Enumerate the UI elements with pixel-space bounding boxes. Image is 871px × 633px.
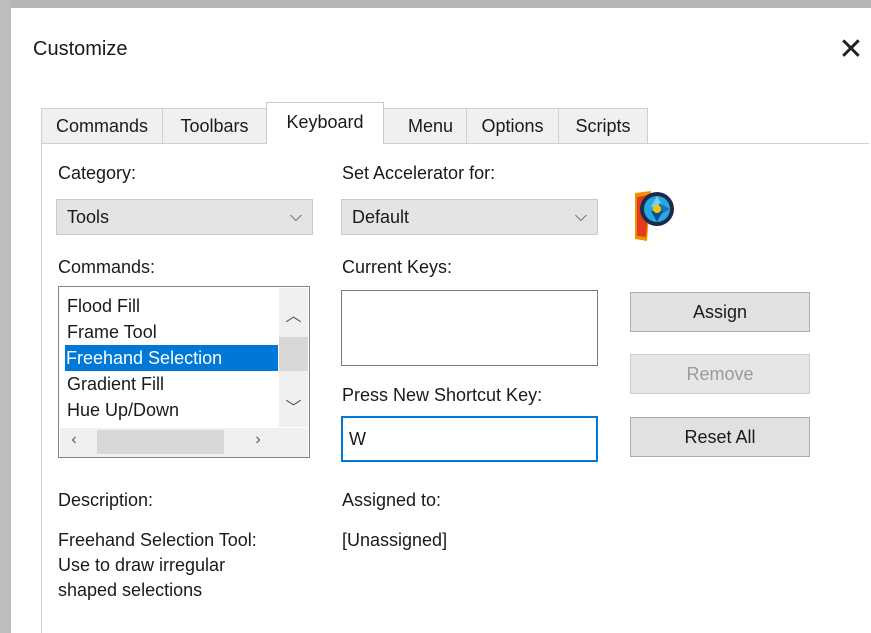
dialog-title: Customize [33, 38, 128, 60]
description-line-1: Freehand Selection Tool: [58, 530, 257, 550]
accelerator-value: Default [352, 207, 410, 227]
horizontal-scrollbar[interactable]: ‹ › [60, 428, 308, 457]
scrollbar-corner [279, 428, 308, 457]
tab-menu[interactable]: Menu [383, 108, 478, 143]
reset-all-button[interactable]: Reset All [630, 417, 810, 457]
list-item[interactable]: Gradient Fill [66, 371, 166, 397]
new-shortcut-value: W [349, 429, 366, 449]
assigned-to-value: [Unassigned] [342, 530, 448, 550]
list-item-selected[interactable]: Freehand Selection [65, 345, 278, 371]
chevron-up-icon[interactable]: ︿ [279, 302, 308, 326]
close-icon[interactable]: ✕ [829, 28, 871, 72]
category-dropdown[interactable]: Tools ⌵ [56, 199, 313, 235]
chevron-down-icon[interactable]: ﹀ [279, 394, 308, 418]
vertical-scrollbar[interactable]: ︿ ﹀ [279, 288, 308, 427]
accelerator-dropdown[interactable]: Default ⌵ [341, 199, 598, 235]
list-item[interactable]: Hue Up/Down [66, 397, 181, 423]
tab-scripts[interactable]: Scripts [558, 108, 648, 143]
tab-keyboard[interactable]: Keyboard [266, 102, 384, 144]
tab-commands[interactable]: Commands [41, 108, 163, 143]
description-line-2: Use to draw irregular [58, 555, 226, 575]
background-window-edge [0, 0, 871, 8]
commands-label: Commands: [58, 257, 156, 277]
horizontal-scroll-thumb[interactable] [97, 430, 224, 454]
list-item[interactable]: Flood Fill [66, 293, 142, 319]
description-label: Description: [58, 490, 154, 510]
assigned-to-label: Assigned to: [342, 490, 442, 510]
chevron-right-icon[interactable]: › [246, 431, 270, 449]
accelerator-label: Set Accelerator for: [342, 163, 496, 183]
new-shortcut-input[interactable]: W [341, 416, 598, 462]
description-line-3: shaped selections [58, 580, 203, 600]
tab-toolbars[interactable]: Toolbars [162, 108, 267, 143]
category-label: Category: [58, 163, 137, 183]
new-shortcut-label: Press New Shortcut Key: [342, 385, 543, 405]
category-value: Tools [67, 207, 110, 227]
tab-options[interactable]: Options [466, 108, 559, 143]
chevron-down-icon: ⌵ [574, 208, 587, 225]
chevron-down-icon: ⌵ [289, 208, 302, 225]
vertical-scroll-thumb[interactable] [279, 337, 308, 371]
assign-button[interactable]: Assign [630, 292, 810, 332]
list-item[interactable]: Frame Tool [66, 319, 159, 345]
background-window-edge-left [0, 0, 11, 633]
remove-button[interactable]: Remove [630, 354, 810, 394]
app-logo-icon [635, 191, 674, 241]
current-keys-list[interactable] [341, 290, 598, 366]
chevron-left-icon[interactable]: ‹ [62, 431, 86, 449]
current-keys-label: Current Keys: [342, 257, 453, 277]
commands-listbox[interactable]: Flood Fill Frame Tool Freehand Selection… [58, 286, 310, 458]
